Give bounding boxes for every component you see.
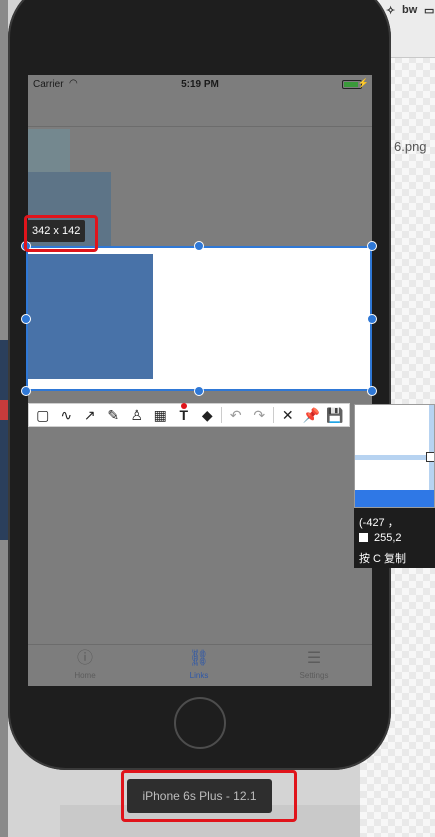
resize-handle-left[interactable] (21, 314, 31, 324)
info-icon: ⓘ (76, 650, 93, 667)
tab-label: Settings (299, 671, 329, 680)
left-window-marker (0, 400, 8, 420)
highlight-box (121, 770, 297, 822)
cancel-icon[interactable]: ✕ (276, 404, 300, 426)
pin-icon[interactable]: 📌 (300, 404, 324, 426)
copy-hint: 按 C 复制 (359, 553, 407, 565)
pencil-tool-icon[interactable]: ✎ (102, 404, 126, 426)
sliders-icon: ☰ (306, 650, 322, 667)
left-window-panel (0, 340, 8, 540)
tab-label: Links (189, 671, 209, 680)
pixel-color: 255,2 (359, 532, 402, 544)
redo-icon[interactable]: ↷ (248, 404, 272, 426)
status-time: 5:19 PM (181, 79, 219, 90)
resize-handle-bottom[interactable] (194, 386, 204, 396)
magnifier-center-pixel (426, 452, 434, 462)
mosaic-tool-icon[interactable]: ▦ (149, 404, 173, 426)
magnifier-pixel-row (355, 490, 434, 507)
pixel-color-value: 255,2 (374, 532, 402, 544)
curve-tool-icon[interactable]: ∿ (55, 404, 79, 426)
selected-image-area (28, 254, 153, 379)
resize-handle-top-right[interactable] (367, 241, 377, 251)
highlighter-tool-icon[interactable]: ♙ (125, 404, 149, 426)
tab-links[interactable]: ⛓ Links (142, 649, 256, 680)
resize-handle-bottom-left[interactable] (21, 386, 31, 396)
resize-handle-right[interactable] (367, 314, 377, 324)
undo-icon[interactable]: ↶ (224, 404, 248, 426)
app-icon[interactable]: ✧ (386, 4, 395, 17)
resize-handle-top[interactable] (194, 241, 204, 251)
magnifier-info-panel: (-427 ， 255,2 按 C 复制 (354, 508, 435, 568)
tab-settings[interactable]: ☰ Settings (257, 649, 371, 680)
color-swatch (359, 533, 368, 542)
toolbar-divider (273, 407, 274, 423)
eraser-tool-icon[interactable]: ◆ (196, 404, 220, 426)
arrow-tool-icon[interactable]: ↗ (78, 404, 102, 426)
cursor-coordinates: (-427 ， (359, 517, 399, 529)
status-bar: Carrier ◠ 5:19 PM ⚡ (28, 75, 372, 95)
file-name: 6.png (394, 139, 427, 154)
tab-home[interactable]: ⓘ Home (28, 649, 142, 680)
highlight-box (24, 215, 98, 252)
tab-bar: ⓘ Home ⛓ Links ☰ Settings (28, 644, 372, 686)
window-icon[interactable]: ▭ (424, 4, 434, 17)
home-button[interactable] (174, 697, 226, 749)
resize-handle-bottom-right[interactable] (367, 386, 377, 396)
save-icon[interactable]: 💾 (323, 404, 347, 426)
toolbar-divider (221, 407, 222, 423)
tab-label: Home (74, 671, 96, 680)
color-indicator (181, 403, 187, 409)
rectangle-tool-icon[interactable]: ▢ (31, 404, 55, 426)
link-icon: ⛓ (188, 650, 210, 667)
magnifier (354, 404, 435, 508)
charging-icon: ⚡ (357, 78, 369, 88)
capture-selection[interactable] (26, 246, 372, 391)
capture-toolbar: ▢ ∿ ↗ ✎ ♙ ▦ T ◆ ↶ ↷ ✕ 📌 💾 (28, 403, 350, 427)
navigation-bar (28, 95, 372, 127)
magnifier-horizontal-line (355, 455, 434, 460)
content-block (28, 129, 70, 172)
bw-icon[interactable]: bw (402, 4, 417, 16)
text-tool-icon[interactable]: T (172, 403, 196, 426)
